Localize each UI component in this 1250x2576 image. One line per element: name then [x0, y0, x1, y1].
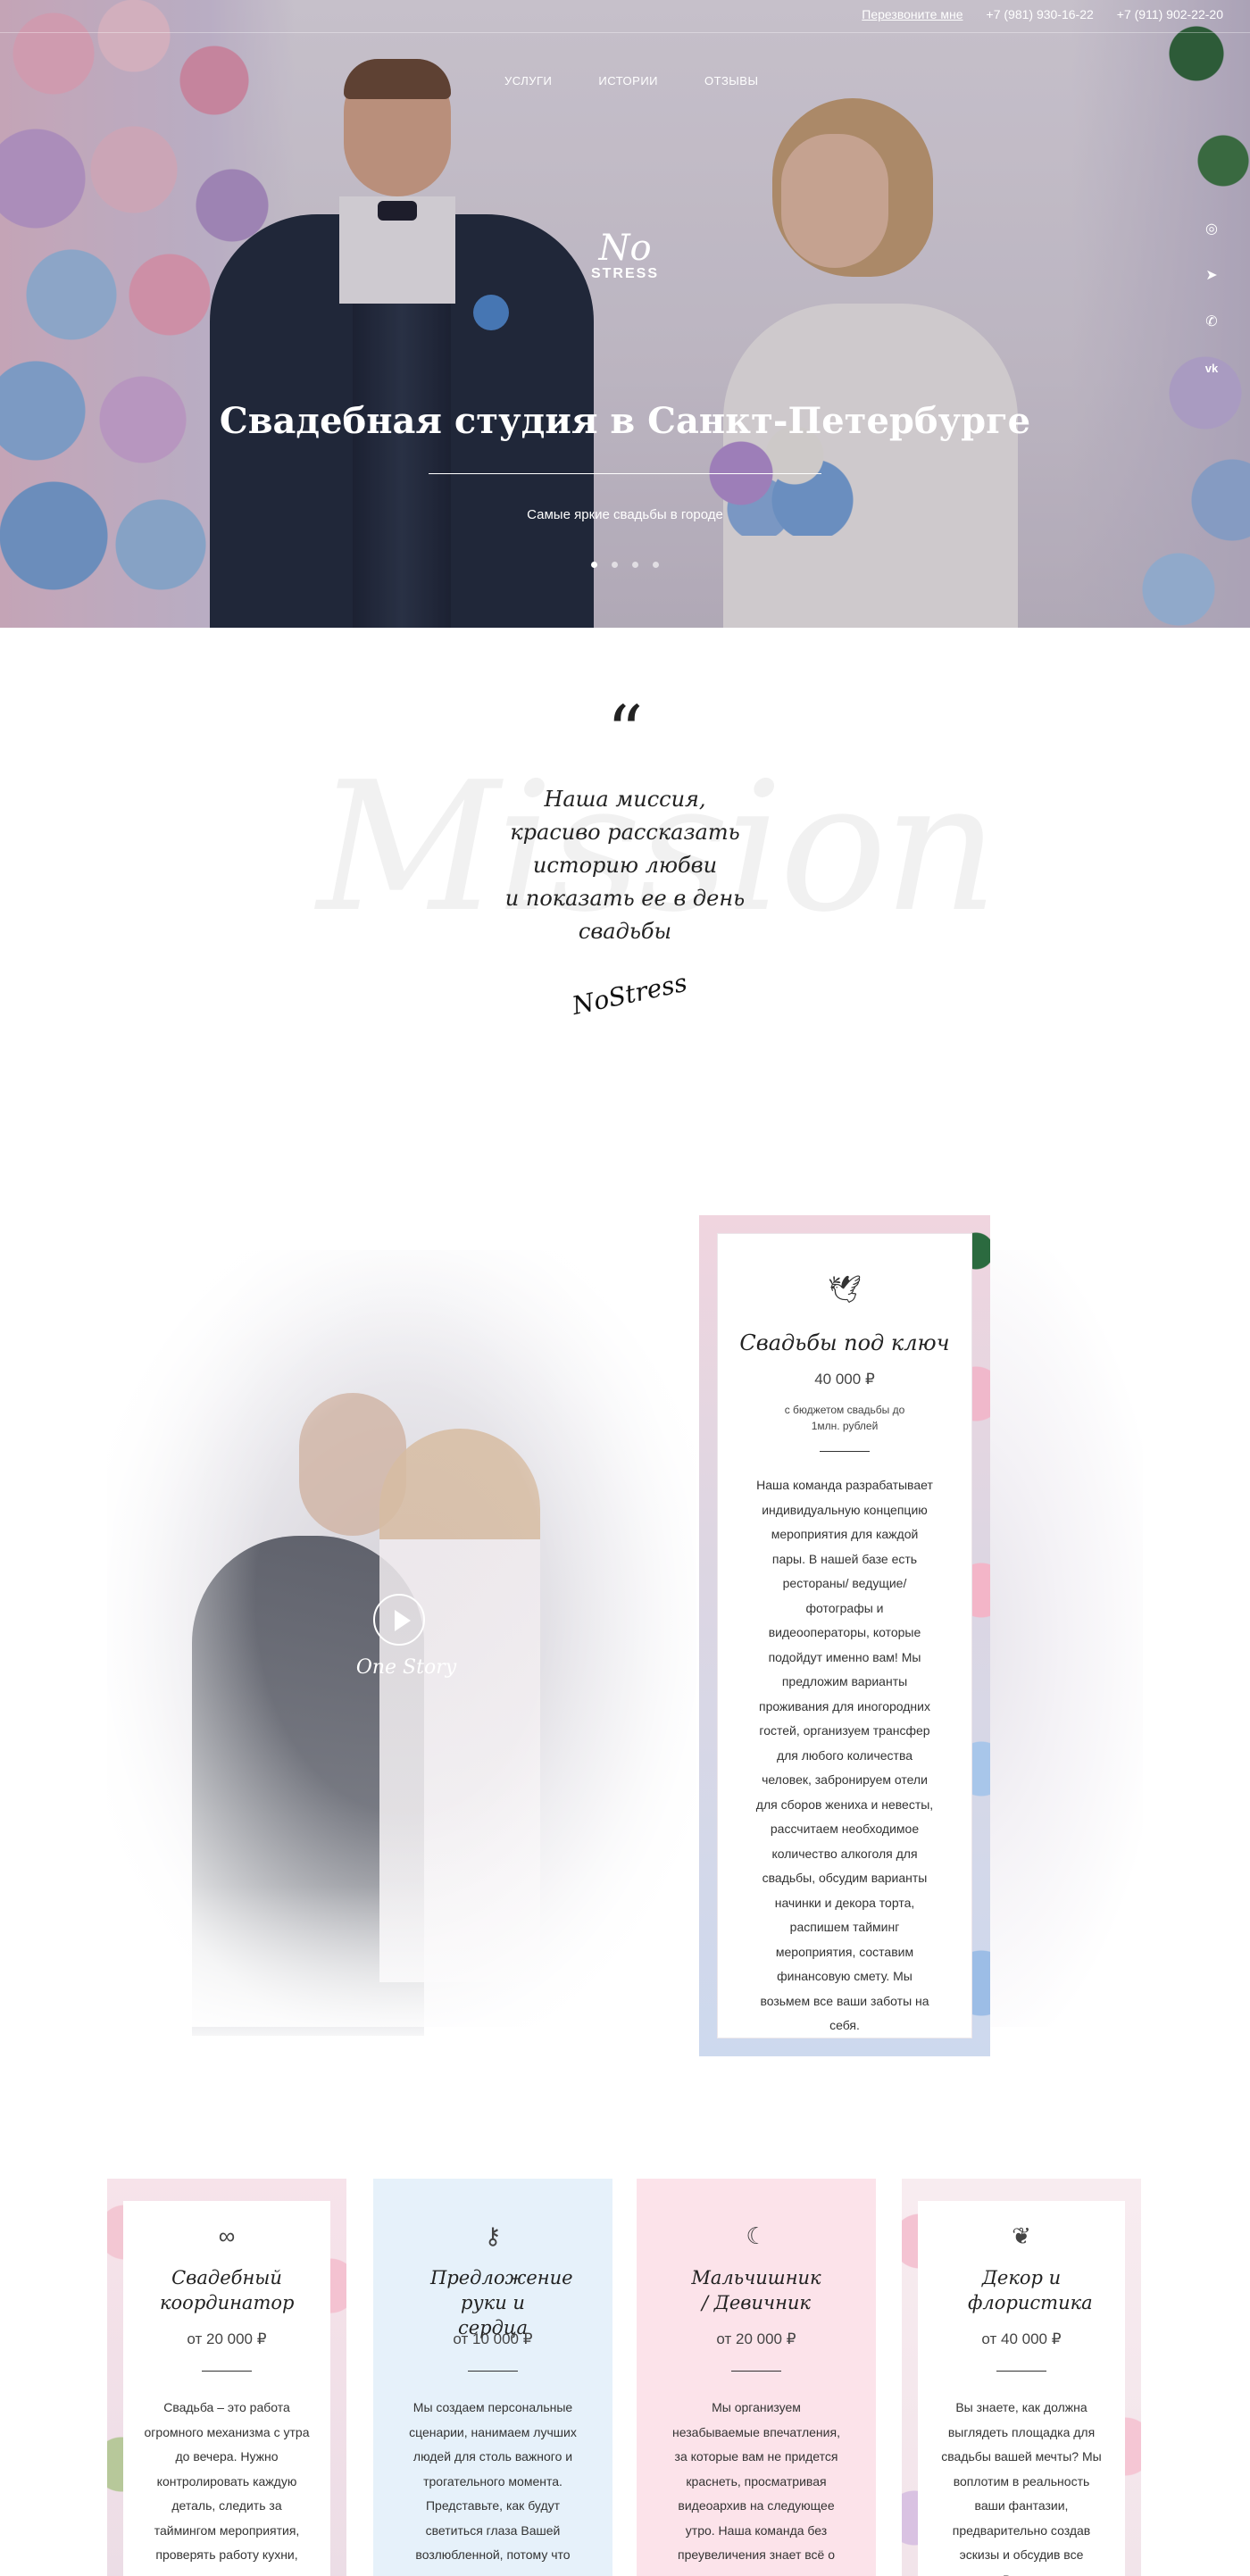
service-divider: [996, 2371, 1046, 2372]
service-price: от 10 000 ₽: [453, 2330, 533, 2347]
heart-ornament-icon: ❦: [1012, 2222, 1031, 2249]
instagram-icon[interactable]: ◎: [1202, 220, 1221, 239]
hero-slider: Перезвоните мне +7 (981) 930-16-22 +7 (9…: [0, 0, 1250, 628]
dove-icon: 🕊: [827, 1275, 862, 1305]
service-card-decor[interactable]: ❦ Декор и флористика от 40 000 ₽ Вы знае…: [918, 2201, 1125, 2576]
rings-icon: ∞: [218, 2222, 236, 2249]
quote-mark-icon: “: [606, 690, 644, 773]
mission-line: иcторию любви: [532, 853, 718, 878]
feature-description: Наша команда разрабатывает индивидуальну…: [755, 1478, 934, 2032]
top-contact-bar: Перезвоните мне +7 (981) 930-16-22 +7 (9…: [862, 7, 1223, 21]
service-divider: [202, 2371, 252, 2372]
hero-divider: [429, 473, 821, 474]
service-description: Свадьба – это работа огромного механизма…: [144, 2400, 310, 2576]
logo-word: STRESS: [590, 266, 659, 281]
feature-title: Свадьбы под ключ: [739, 1330, 950, 1355]
mission-line: свадьбы: [578, 919, 672, 944]
service-title: Мальчишник / Девичник: [691, 2267, 821, 2313]
telegram-icon[interactable]: ➤: [1202, 266, 1221, 286]
slider-dot[interactable]: [612, 562, 618, 568]
vk-icon[interactable]: vk: [1202, 359, 1221, 379]
hero-title: Свадебная студия в Санкт-Петербурге: [219, 400, 1031, 442]
nav-item-services[interactable]: УСЛУГИ: [504, 74, 552, 88]
service-title: Предложение руки и сердца: [430, 2267, 573, 2338]
slider-dots: [591, 562, 659, 568]
logo-mark: No: [598, 228, 652, 269]
feature-price: 40 000 ₽: [814, 1371, 875, 1388]
nav-item-stories[interactable]: ИСТОРИИ: [598, 74, 658, 88]
service-price: от 20 000 ₽: [187, 2330, 267, 2347]
video-caption: One Story: [355, 1656, 457, 1679]
feature-card-turnkey[interactable]: 🕊 Свадьбы под ключ 40 000 ₽ с бюджетом с…: [718, 1234, 971, 2038]
mission-line: и показать ее в день: [504, 886, 746, 911]
main-nav: УСЛУГИ ИСТОРИИ ОТЗЫВЫ: [504, 74, 758, 88]
slider-dot[interactable]: [632, 562, 638, 568]
mission-line: красиво рассказать: [510, 820, 740, 845]
service-card-parties[interactable]: ☾ Мальчишник / Девичник от 20 000 ₽ Мы о…: [653, 2201, 860, 2576]
service-description: Мы организуем незабываемые впечатления, …: [672, 2400, 840, 2576]
mission-statement: Наша миссия, красиво рассказать иcторию …: [446, 783, 804, 948]
callback-link[interactable]: Перезвоните мне: [862, 7, 962, 21]
play-video-button[interactable]: [373, 1594, 425, 1646]
service-title: Декор и флористика: [968, 2267, 1093, 2313]
key-icon: ⚷: [484, 2222, 502, 2249]
service-card-coordinator[interactable]: ∞ Свадебный координатор от 20 000 ₽ Свад…: [123, 2201, 330, 2576]
service-price: от 20 000 ₽: [716, 2330, 796, 2347]
social-links: ◎ ➤ ✆ vk: [1202, 220, 1221, 379]
feature-note: с бюджетом свадьбы до 1млн. рублей: [784, 1404, 905, 1432]
nav-item-reviews[interactable]: ОТЗЫВЫ: [704, 74, 758, 88]
logo[interactable]: No STRESS: [589, 230, 661, 293]
slider-dot[interactable]: [653, 562, 659, 568]
moon-star-icon: ☾: [746, 2222, 767, 2249]
slider-dot[interactable]: [591, 562, 597, 568]
signature: NoStress: [569, 967, 690, 1021]
phone-link-1[interactable]: +7 (981) 930-16-22: [987, 7, 1094, 21]
phone-link-2[interactable]: +7 (911) 902-22-20: [1117, 7, 1223, 21]
service-description: Вы знаете, как должна выглядеть площадка…: [941, 2400, 1102, 2576]
top-divider: [0, 32, 1250, 33]
mission-line: Наша миссия,: [544, 787, 706, 812]
whatsapp-icon[interactable]: ✆: [1202, 313, 1221, 332]
hero-subtitle: Самые яркие свадьбы в городе: [527, 507, 723, 522]
feature-divider: [820, 1451, 870, 1452]
service-price: от 40 000 ₽: [981, 2330, 1062, 2347]
service-description: Мы создаем персональные сценарии, нанима…: [409, 2400, 577, 2576]
service-card-proposal[interactable]: ⚷ Предложение руки и сердца от 10 000 ₽ …: [389, 2201, 596, 2576]
service-title: Свадебный координатор: [160, 2267, 295, 2313]
service-divider: [731, 2371, 781, 2372]
service-divider: [468, 2371, 518, 2372]
